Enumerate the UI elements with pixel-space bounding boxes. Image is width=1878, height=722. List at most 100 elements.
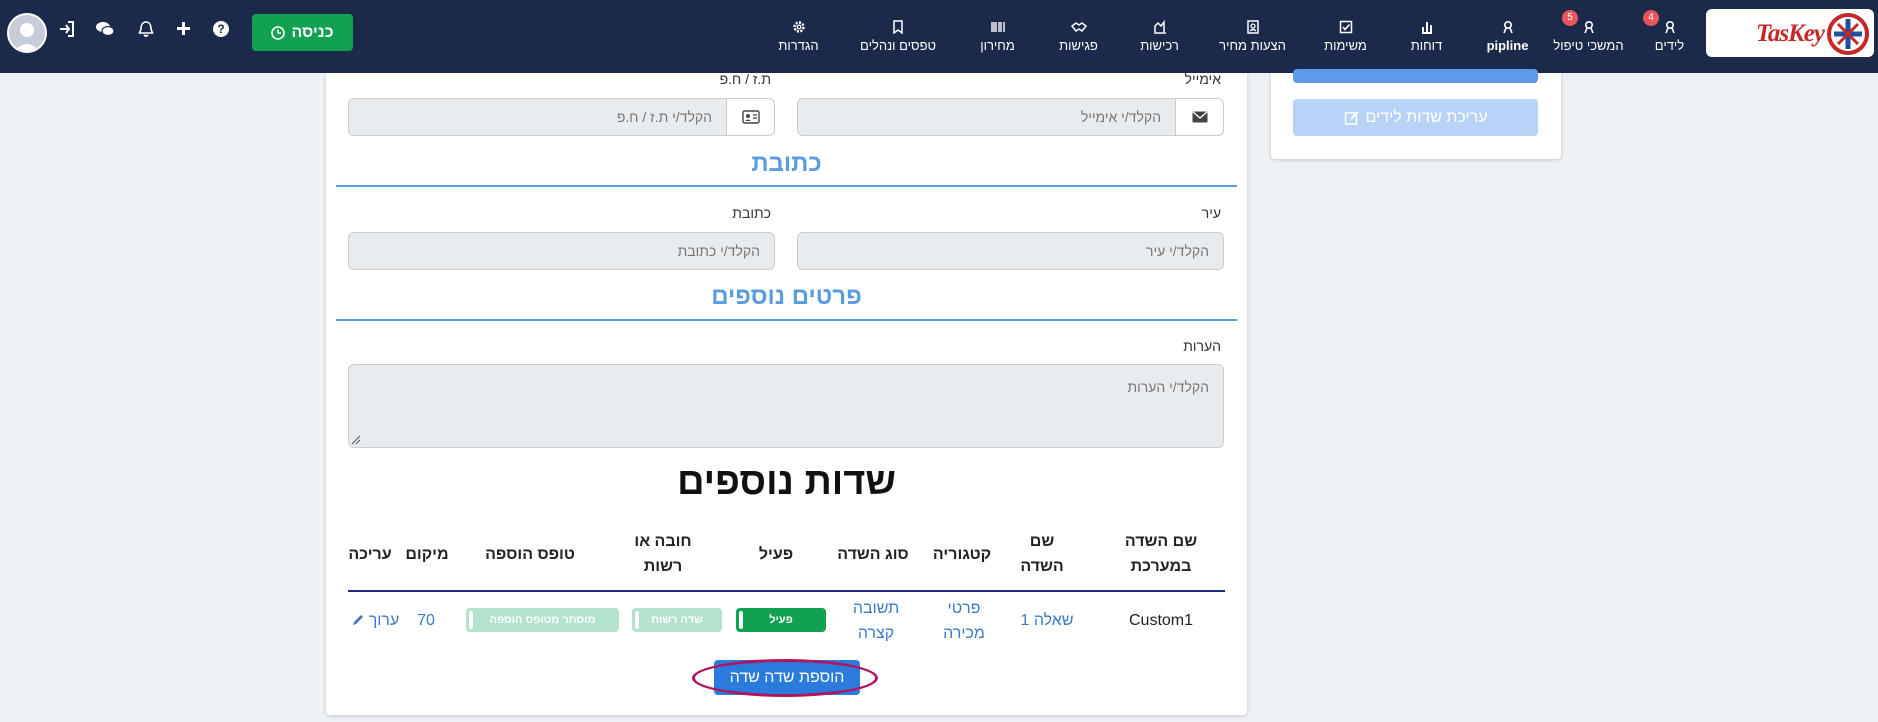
nav-leads[interactable]: לידים 4 [1629,0,1710,73]
id-number-addon [726,99,774,135]
chat-icon[interactable] [95,20,115,38]
nav-tasks-label: משימות [1324,38,1367,53]
entry-button[interactable]: כניסה [252,14,353,51]
row-system-name: Custom1 [1128,612,1194,629]
help-icon[interactable]: ? [212,20,230,38]
nav-meetings-label: פגישות [1059,38,1098,53]
city-label: עיר [1201,205,1221,221]
header-active: פעיל [758,546,794,563]
highlight-annotation-ring [692,659,878,697]
nav-followups-label: המשכי טיפול [1553,38,1624,53]
resize-handle-icon[interactable] [351,435,361,445]
pricelist-icon [990,22,1005,32]
address-label: כתובת [732,205,771,221]
address-section-title: כתובת [751,150,822,177]
active-toggle[interactable]: פעיל [736,608,826,632]
required-toggle-knob [635,611,639,629]
taskey-logo[interactable]: TasKey [1706,9,1874,57]
id-number-input[interactable] [349,99,774,135]
edit-square-icon [1344,110,1359,125]
more-details-section-divider [336,319,1237,321]
bell-icon[interactable] [137,20,155,38]
side-panel-top-button[interactable] [1293,69,1538,83]
nav-settings-label: הגדרות [778,38,819,53]
nav-pipeline-label: pipline [1486,38,1529,53]
row-edit-label: ערוך [368,612,400,629]
followups-badge: 5 [1562,10,1578,26]
row-edit-link[interactable]: ערוך [350,608,400,633]
add-form-toggle[interactable]: מוסתר מטופס הוספה [466,608,619,632]
row-category: פרטי מכירה [943,600,985,642]
header-add-form: טופס הוספה [485,546,575,563]
reports-icon [1421,22,1432,34]
envelope-icon [1192,111,1207,123]
nav-settings[interactable]: הגדרות [758,0,839,73]
lead-form-card: אימייל ת.ז / ח.פ כתובת עיר כתובת פרטים נ… [326,71,1247,715]
email-label: אימייל [1184,71,1221,87]
add-form-toggle-knob [469,611,473,629]
address-field-wrap [348,232,775,270]
nav-pipeline[interactable]: pipline [1467,0,1548,73]
forms-icon [893,20,903,34]
email-input[interactable] [798,99,1223,135]
more-details-section-title: פרטים נוספים [711,283,862,310]
nav-forms[interactable]: טפסים ונהלים [839,0,957,73]
required-toggle[interactable]: שדה רשות [632,608,722,632]
leads-badge: 4 [1643,10,1659,26]
nav-quotes[interactable]: הצעות מחיר [1200,0,1305,73]
city-input[interactable] [798,233,1223,269]
header-required: חובה או רשות [634,533,692,575]
id-number-label: ת.ז / ח.פ [719,71,771,87]
notes-textarea[interactable] [349,365,1223,447]
login-icon[interactable] [58,20,76,38]
nav-tasks[interactable]: משימות [1305,0,1386,73]
quotes-icon [1246,20,1259,34]
pipeline-icon [1502,20,1513,34]
add-form-toggle-label: מוסתר מטופס הוספה [489,614,596,626]
edit-lead-fields-button[interactable]: עריכת שדות לידים [1293,99,1538,136]
meetings-icon [1070,22,1087,33]
nav-leads-label: לידים [1654,38,1685,53]
nav-reports-label: דוחות [1410,38,1443,53]
row-position: 70 [417,612,435,629]
email-field-wrap [797,98,1224,136]
main-menu: לידים 4 המשכי טיפול 5 pipline דוחות משימ… [758,0,1710,73]
active-toggle-label: פעיל [769,614,793,626]
nav-reports[interactable]: דוחות [1386,0,1467,73]
header-position: מיקום [405,546,449,563]
extra-fields-title: שדות נוספים [677,461,896,503]
required-toggle-label: שדה רשות [651,614,703,626]
table-header-divider [348,590,1225,592]
entry-button-label: כניסה [291,23,334,41]
user-avatar[interactable] [7,13,47,53]
logo-text: TasKey [1755,20,1825,47]
plus-icon[interactable] [175,20,192,37]
clock-icon [271,25,286,40]
purchases-icon [1153,20,1166,34]
nav-quotes-label: הצעות מחיר [1219,38,1286,53]
header-category: קטגוריה [932,546,992,563]
nav-purchases[interactable]: רכישות [1119,0,1200,73]
active-toggle-knob [739,611,743,629]
svg-text:?: ? [217,22,224,36]
row-field-name: שאלה 1 [1020,612,1074,629]
nav-purchases-label: רכישות [1140,38,1179,53]
nav-followups[interactable]: המשכי טיפול 5 [1548,0,1629,73]
row-field-type: תשובה קצרה [852,600,900,642]
email-addon [1175,99,1223,135]
address-input[interactable] [349,233,774,269]
settings-icon [792,21,805,33]
nav-pricelist-label: מחירון [980,38,1015,53]
followup-icon [1583,20,1594,34]
id-number-field-wrap [348,98,775,136]
header-field-type: סוג השדה [837,546,909,563]
tasks-icon [1339,20,1352,34]
top-navbar: TasKey לידים 4 המשכי טיפול 5 pipline דוח… [0,0,1878,73]
leads-icon [1664,20,1675,34]
header-field-name: שם השדה [1020,533,1064,575]
nav-meetings[interactable]: פגישות [1038,0,1119,73]
id-card-icon [741,110,760,124]
notes-field-wrap [348,364,1224,448]
city-field-wrap [797,232,1224,270]
nav-pricelist[interactable]: מחירון [957,0,1038,73]
